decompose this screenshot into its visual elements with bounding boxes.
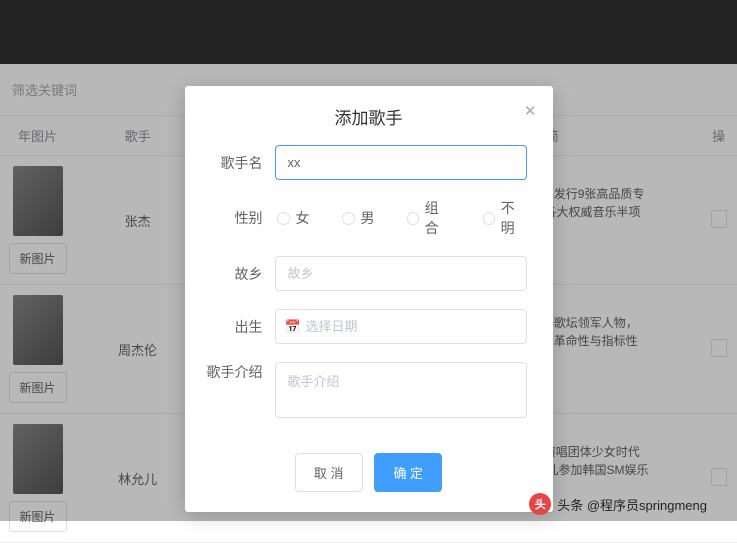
intro-textarea[interactable] xyxy=(275,362,527,418)
birth-label: 出生 xyxy=(205,317,275,337)
modal-mask: 添加歌手 ✕ 歌手名 性别 女 男 组合 不明 故乡 xyxy=(0,0,737,521)
close-icon[interactable]: ✕ xyxy=(524,102,537,120)
radio-icon xyxy=(483,212,495,225)
gender-radio-female[interactable]: 女 xyxy=(277,198,310,238)
intro-label: 歌手介绍 xyxy=(205,362,275,382)
radio-icon xyxy=(407,212,419,225)
birth-date-input[interactable] xyxy=(275,309,527,344)
confirm-button[interactable]: 确 定 xyxy=(374,453,442,492)
watermark-icon: 头 xyxy=(529,493,551,515)
radio-icon xyxy=(342,212,355,225)
gender-label: 性别 xyxy=(205,208,275,228)
singer-name-input[interactable] xyxy=(275,145,527,180)
hometown-label: 故乡 xyxy=(205,264,275,284)
hometown-input[interactable] xyxy=(275,256,527,291)
cancel-button[interactable]: 取 消 xyxy=(295,453,363,492)
add-singer-dialog: 添加歌手 ✕ 歌手名 性别 女 男 组合 不明 故乡 xyxy=(185,86,553,512)
gender-radio-unknown[interactable]: 不明 xyxy=(483,198,527,238)
watermark: 头 头条 @程序员springmeng xyxy=(529,493,707,515)
gender-radio-group[interactable]: 组合 xyxy=(407,198,451,238)
gender-radio-male[interactable]: 男 xyxy=(342,198,375,238)
radio-icon xyxy=(277,212,290,225)
watermark-text: 头条 @程序员springmeng xyxy=(557,495,707,514)
dialog-title: 添加歌手 xyxy=(335,109,403,128)
name-label: 歌手名 xyxy=(205,153,275,173)
